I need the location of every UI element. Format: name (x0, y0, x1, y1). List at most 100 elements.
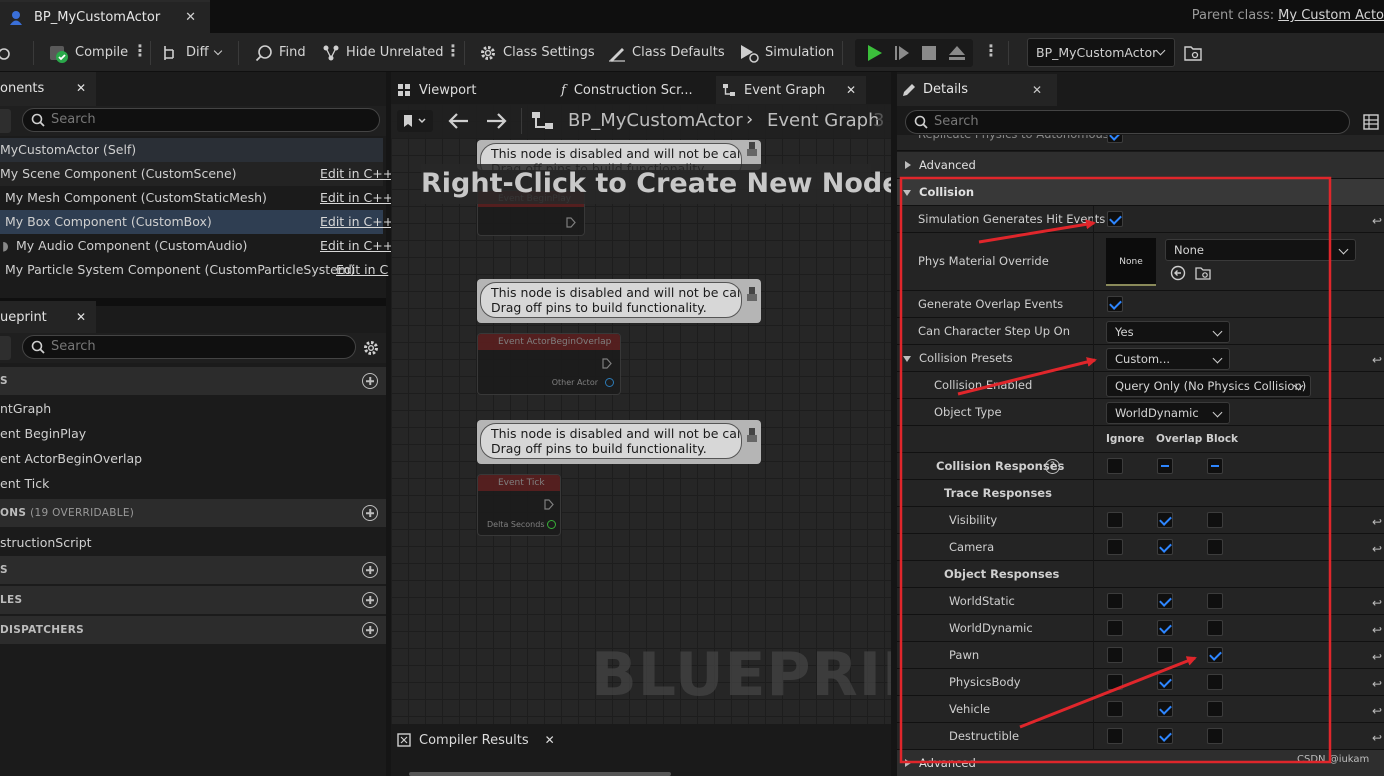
ignore-checkbox[interactable] (1107, 728, 1123, 744)
ignore-checkbox[interactable] (1107, 539, 1123, 555)
block-checkbox[interactable] (1207, 728, 1223, 744)
function-item[interactable]: structionScript (0, 530, 386, 555)
close-icon[interactable]: ✕ (1032, 83, 1042, 97)
reset-to-default-icon[interactable]: ↩ (1372, 623, 1382, 637)
exec-pin-icon[interactable] (566, 217, 576, 228)
variables-category[interactable]: LES (0, 586, 386, 614)
find-button[interactable]: Find (255, 33, 306, 72)
details-tab[interactable]: Details ✕ (897, 74, 1057, 106)
pin-icon[interactable] (747, 287, 757, 301)
phys-material-thumbnail[interactable]: None (1106, 238, 1156, 286)
float-pin-icon[interactable] (547, 520, 556, 529)
breadcrumb-root[interactable]: BP_MyCustomActor (568, 110, 743, 131)
close-icon[interactable]: ✕ (846, 83, 856, 97)
forward-arrow-icon[interactable] (485, 112, 507, 130)
block-checkbox[interactable] (1207, 512, 1223, 528)
compile-options-icon[interactable]: ⋮ (132, 43, 148, 59)
overlap-checkbox[interactable] (1157, 647, 1173, 663)
debug-object-select[interactable]: BP_MyCustomActor (1027, 38, 1175, 67)
reset-to-default-icon[interactable]: ↩ (1372, 353, 1382, 367)
graph-item[interactable]: ent Tick (0, 471, 386, 496)
advanced-section[interactable]: Advanced (897, 152, 1384, 179)
compile-button[interactable]: Compile (49, 33, 128, 72)
overlap-checkbox[interactable] (1157, 512, 1173, 528)
pin-icon[interactable] (747, 428, 757, 442)
overlap-checkbox[interactable] (1157, 728, 1173, 744)
block-checkbox[interactable] (1207, 647, 1223, 663)
details-search-input[interactable]: Search (905, 110, 1350, 134)
add-component-button[interactable] (0, 109, 11, 133)
phys-material-select[interactable]: None (1165, 239, 1356, 261)
add-function-icon[interactable] (362, 505, 378, 521)
compiler-results-tab[interactable]: Compiler Results ✕ (397, 726, 555, 754)
can-step-up-select[interactable]: Yes (1106, 321, 1230, 343)
reset-to-default-icon[interactable]: ↩ (1372, 650, 1382, 664)
tab-viewport[interactable]: Viewport (397, 76, 477, 104)
edit-in-cpp-link[interactable]: Edit in C (336, 258, 388, 282)
hide-unrelated-button[interactable]: Hide Unrelated (322, 33, 444, 72)
close-icon[interactable]: ✕ (545, 733, 555, 747)
reset-to-default-icon[interactable]: ↩ (1372, 677, 1382, 691)
browse-icon[interactable] (0, 33, 14, 72)
object-type-select[interactable]: WorldDynamic (1106, 402, 1230, 424)
overlap-checkbox[interactable] (1157, 701, 1173, 717)
event-graph-canvas[interactable]: BP_MyCustomActor › Event Graph 3 This no… (391, 104, 891, 724)
event-dispatchers-category[interactable]: DISPATCHERS (0, 616, 386, 644)
graph-item[interactable]: ntGraph (0, 396, 386, 421)
collision-section[interactable]: Collision (897, 179, 1384, 206)
step-icon[interactable] (893, 44, 911, 62)
settings-gear-icon[interactable] (362, 339, 380, 357)
components-search-input[interactable]: Search (22, 108, 380, 132)
back-arrow-icon[interactable] (448, 112, 470, 130)
ignore-checkbox[interactable] (1107, 593, 1123, 609)
overlap-checkbox[interactable] (1157, 620, 1173, 636)
add-macro-icon[interactable] (362, 562, 378, 578)
block-checkbox[interactable] (1207, 701, 1223, 717)
edit-in-cpp-link[interactable]: Edit in C++ (320, 162, 393, 186)
property-checkbox[interactable] (1107, 135, 1123, 143)
event-tick-node[interactable]: Event Tick Delta Seconds (477, 474, 561, 536)
document-tab[interactable]: BP_MyCustomActor ✕ (0, 0, 210, 33)
play-icon[interactable] (865, 44, 883, 62)
reset-to-default-icon[interactable]: ↩ (1372, 704, 1382, 718)
ignore-all-checkbox[interactable] (1107, 458, 1123, 474)
collision-presets-select[interactable]: Custom... (1106, 348, 1230, 370)
sim-hit-events-checkbox[interactable] (1107, 211, 1123, 227)
tab-event-graph[interactable]: Event Graph ✕ (716, 76, 866, 104)
diff-button[interactable]: Diff (162, 33, 222, 72)
edit-in-cpp-link[interactable]: Edit in C++ (320, 234, 393, 258)
block-all-checkbox[interactable] (1207, 458, 1223, 474)
graph-item[interactable]: ent BeginPlay (0, 421, 386, 446)
browse-asset-icon[interactable] (1195, 265, 1211, 281)
graphs-category[interactable]: S (0, 367, 386, 395)
overlap-checkbox[interactable] (1157, 593, 1173, 609)
overlap-checkbox[interactable] (1157, 674, 1173, 690)
class-defaults-button[interactable]: Class Defaults (608, 33, 725, 72)
eject-icon[interactable] (948, 44, 966, 62)
reset-to-default-icon[interactable]: ↩ (1372, 731, 1382, 745)
pin-icon[interactable] (747, 142, 757, 156)
tab-construction-script[interactable]: f Construction Scr... (561, 76, 693, 104)
add-button[interactable] (0, 336, 11, 360)
ignore-checkbox[interactable] (1107, 701, 1123, 717)
overlap-checkbox[interactable] (1157, 539, 1173, 555)
components-tab[interactable]: onents ✕ (0, 72, 96, 106)
component-row[interactable]: ◗ My Audio Component (CustomAudio) Edit … (0, 234, 393, 258)
overlap-all-checkbox[interactable] (1157, 458, 1173, 474)
exec-pin-icon[interactable] (602, 358, 612, 369)
component-self[interactable]: MyCustomActor (Self) (0, 138, 383, 162)
close-tab-icon[interactable]: ✕ (185, 10, 196, 25)
property-matrix-icon[interactable] (1363, 114, 1379, 130)
my-blueprint-tab[interactable]: ueprint ✕ (0, 301, 96, 335)
edit-in-cpp-link[interactable]: Edit in C++ (320, 186, 393, 210)
block-checkbox[interactable] (1207, 593, 1223, 609)
add-graph-icon[interactable] (362, 373, 378, 389)
close-icon[interactable]: ✕ (76, 310, 86, 324)
ignore-checkbox[interactable] (1107, 674, 1123, 690)
use-selected-icon[interactable] (1170, 265, 1186, 281)
expanded-arrow-icon[interactable] (903, 356, 911, 362)
simulation-button[interactable]: Simulation (739, 33, 834, 72)
component-row-selected[interactable]: My Box Component (CustomBox) Edit in C++ (0, 210, 393, 234)
block-checkbox[interactable] (1207, 674, 1223, 690)
component-row[interactable]: My Scene Component (CustomScene) Edit in… (0, 162, 393, 186)
